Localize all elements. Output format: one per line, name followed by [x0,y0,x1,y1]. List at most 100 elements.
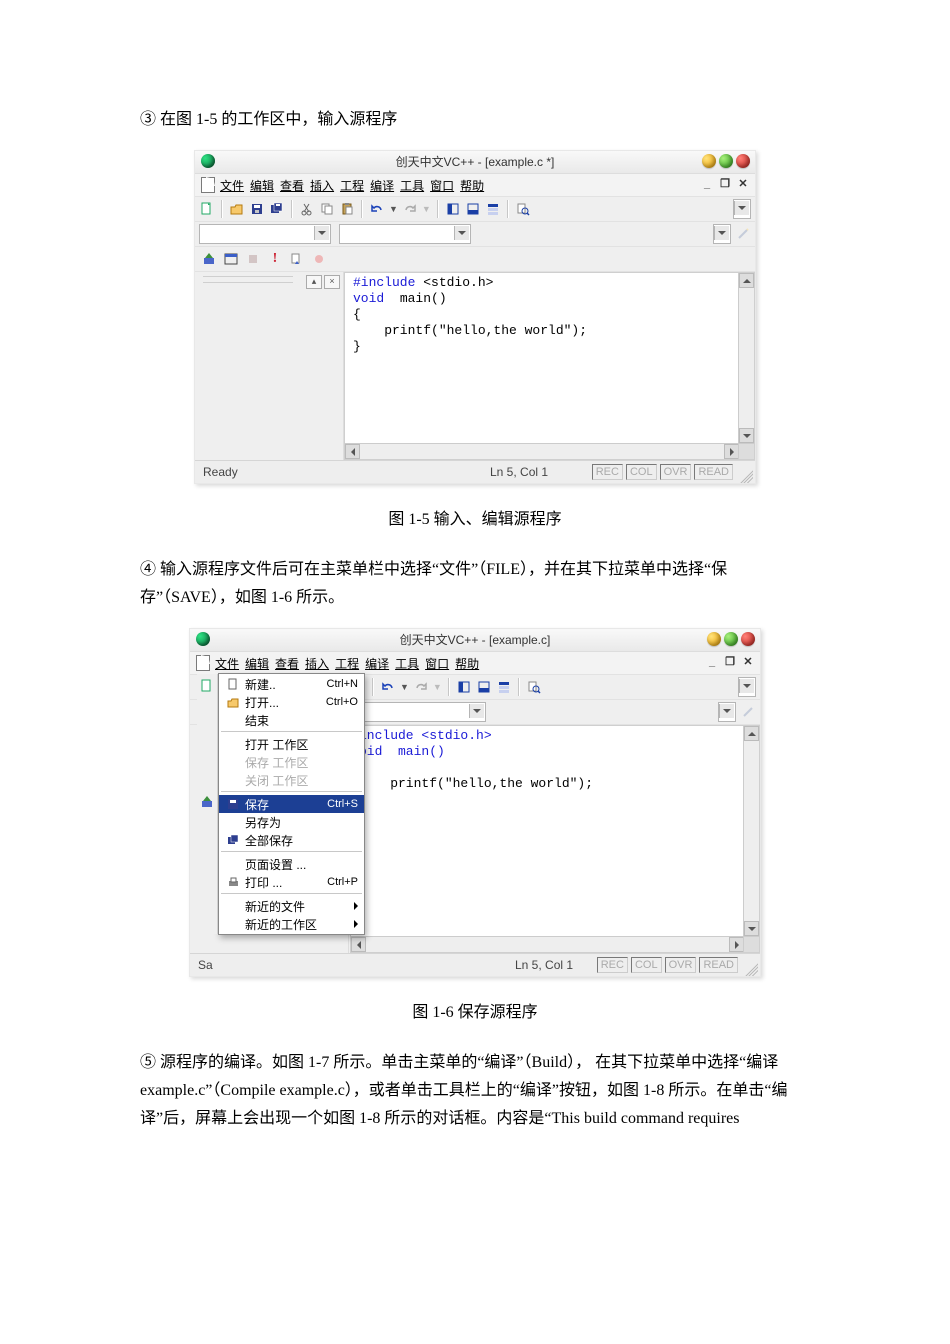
menu-edit[interactable]: 编辑 [250,177,274,194]
secondary-toolbar [195,222,755,247]
newdoc-btn-icon[interactable] [199,678,215,694]
open-icon[interactable] [229,201,245,217]
doc-minimize-icon[interactable]: _ [704,655,720,669]
workspace-icon[interactable] [445,201,461,217]
menu-insert[interactable]: 插入 [305,655,329,672]
resize-grip-icon[interactable] [742,960,758,976]
file-menu-new[interactable]: 新建.. Ctrl+N [219,675,364,693]
combo-end[interactable] [718,702,736,722]
code-editor[interactable]: #include <stdio.h> void main() { printf(… [344,272,755,460]
undo-dropdown-icon[interactable]: ▼ [389,204,398,214]
find-in-files-icon[interactable] [526,679,542,695]
status-rec: REC [592,464,623,480]
redo-dropdown-icon[interactable]: ▼ [422,204,431,214]
minimize-button[interactable] [702,154,716,168]
menu-edit[interactable]: 编辑 [245,655,269,672]
redo-icon[interactable] [413,679,429,695]
target-combo[interactable] [339,224,471,244]
window-buttons [707,632,755,646]
file-menu-open[interactable]: 打开... Ctrl+O [219,693,364,711]
doc-restore-icon[interactable]: ❐ [717,177,733,191]
doc-minimize-icon[interactable]: _ [699,177,715,191]
paragraph-3: ③ 在图 1-5 的工作区中，输入源程序 [140,106,810,134]
menu-help[interactable]: 帮助 [455,655,479,672]
build-toolbar: ! [195,247,755,272]
figure-caption-1-6: 图 1-6 保存源程序 [140,993,810,1033]
file-menu-print[interactable]: 打印 ... Ctrl+P [219,873,364,891]
target-combo[interactable] [354,702,486,722]
copy-icon[interactable] [319,201,335,217]
file-menu-open-workspace[interactable]: 打开 工作区 [219,735,364,753]
menu-window[interactable]: 窗口 [425,655,449,672]
workspace-icon[interactable] [456,679,472,695]
workspace-pane[interactable]: ▴ × [195,272,344,460]
menu-file[interactable]: 文件 [220,177,244,194]
save-all-icon[interactable] [269,201,285,217]
undo-icon[interactable] [380,679,396,695]
window-list-icon[interactable] [485,201,501,217]
new-file-icon[interactable] [199,201,215,217]
wand-icon [735,226,751,242]
build-icon[interactable] [223,251,239,267]
code-editor[interactable]: include <stdio.h> oid main() printf("hel… [350,725,760,953]
window-title: 创天中文VC++ - [example.c *] [396,155,555,169]
window-list-icon[interactable] [496,679,512,695]
file-menu-saveas[interactable]: 另存为 [219,813,364,831]
resize-grip-icon[interactable] [737,467,753,483]
save-icon [225,796,241,812]
menu-insert[interactable]: 插入 [310,177,334,194]
combo-end[interactable] [713,224,731,244]
pane-float-icon[interactable]: ▴ [306,275,322,289]
close-button[interactable] [741,632,755,646]
toolbar-combo-end[interactable] [733,199,751,219]
vertical-scrollbar[interactable] [743,726,759,936]
menu-build[interactable]: 编译 [370,177,394,194]
menu-view[interactable]: 查看 [280,177,304,194]
close-button[interactable] [736,154,750,168]
redo-dropdown-icon[interactable]: ▼ [433,682,442,692]
document-icon [196,655,210,671]
file-menu-save[interactable]: 保存 Ctrl+S [219,795,364,813]
menu-window[interactable]: 窗口 [430,177,454,194]
output-icon[interactable] [476,679,492,695]
file-menu-recent-files[interactable]: 新近的文件 [219,897,364,915]
menu-help[interactable]: 帮助 [460,177,484,194]
horizontal-scrollbar[interactable] [345,443,739,459]
paste-icon[interactable] [339,201,355,217]
redo-icon[interactable] [402,201,418,217]
config-combo[interactable] [199,224,331,244]
pane-close-icon[interactable]: × [324,275,340,289]
maximize-button[interactable] [719,154,733,168]
menu-view[interactable]: 查看 [275,655,299,672]
doc-restore-icon[interactable]: ❐ [722,655,738,669]
execute-icon[interactable]: ! [267,251,283,267]
menu-project[interactable]: 工程 [340,177,364,194]
menu-build[interactable]: 编译 [365,655,389,672]
file-menu-close-workspace: 关闭 工作区 [219,771,364,789]
file-menu-end[interactable]: 结束 [219,711,364,729]
toolbar-combo-end[interactable] [738,677,756,697]
go-icon[interactable] [289,251,305,267]
output-icon[interactable] [465,201,481,217]
vertical-scrollbar[interactable] [738,273,754,443]
save-icon[interactable] [249,201,265,217]
doc-close-icon[interactable]: ✕ [735,177,751,191]
file-menu-recent-workspaces[interactable]: 新近的工作区 [219,915,364,933]
undo-icon[interactable] [369,201,385,217]
menu-tools[interactable]: 工具 [400,177,424,194]
menu-project[interactable]: 工程 [335,655,359,672]
print-icon [225,874,241,890]
compile-btn-icon[interactable] [199,794,215,810]
menu-tools[interactable]: 工具 [395,655,419,672]
doc-close-icon[interactable]: ✕ [740,655,756,669]
minimize-button[interactable] [707,632,721,646]
undo-dropdown-icon[interactable]: ▼ [400,682,409,692]
cut-icon[interactable] [299,201,315,217]
file-menu-pagesetup[interactable]: 页面设置 ... [219,855,364,873]
find-in-files-icon[interactable] [515,201,531,217]
compile-icon[interactable] [201,251,217,267]
maximize-button[interactable] [724,632,738,646]
horizontal-scrollbar[interactable] [351,936,744,952]
file-menu-saveall[interactable]: 全部保存 [219,831,364,849]
menu-file[interactable]: 文件 [215,655,239,672]
